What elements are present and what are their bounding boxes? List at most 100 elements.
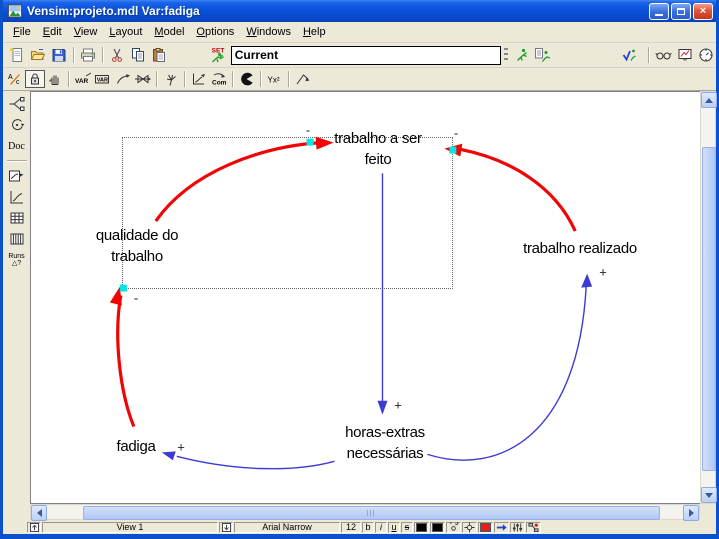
close-button[interactable]: × (693, 3, 713, 20)
vertical-scroll-thumb[interactable] (702, 147, 716, 471)
variable-trabalho-a-ser-feito[interactable]: trabalho a ser feito (334, 128, 422, 170)
menu-help[interactable]: Help (297, 24, 332, 40)
menu-model[interactable]: Model (148, 24, 190, 40)
control-panel-button[interactable] (695, 45, 716, 65)
network-icon (528, 522, 539, 533)
variable-horas-extras-necessarias[interactable]: horas-extras necessárias (345, 422, 425, 464)
menu-layout[interactable]: Layout (103, 24, 148, 40)
bold-button[interactable]: b (362, 522, 374, 533)
rotate-shape-icon (448, 522, 459, 533)
close-icon: × (700, 6, 706, 17)
equations-tool[interactable]: Yx² (265, 70, 285, 88)
cut-button[interactable] (107, 45, 128, 65)
arrow-color-button[interactable] (478, 522, 493, 533)
toolbar-separator (102, 47, 104, 63)
strike-button[interactable]: s (401, 522, 413, 533)
move-tool[interactable] (45, 70, 65, 88)
scroll-down-button[interactable] (701, 487, 717, 503)
menu-windows[interactable]: Windows (240, 24, 297, 40)
sketch-canvas[interactable]: trabalho a ser feito trabalho realizado … (30, 91, 700, 504)
causes-tree-button[interactable] (6, 95, 28, 113)
gauge-icon (698, 47, 714, 63)
position-button[interactable] (462, 522, 477, 533)
link-realizado-to-trabalho[interactable] (461, 150, 575, 231)
variable-fadiga[interactable]: fadiga (116, 436, 155, 457)
italic-button[interactable]: i (375, 522, 387, 533)
link-horas-to-realizado[interactable] (427, 287, 586, 461)
view-name-panel[interactable]: View 1 (42, 522, 218, 533)
rate-tool[interactable] (133, 70, 153, 88)
reference-mode-tool[interactable] (293, 70, 313, 88)
link-horas-to-fadiga[interactable] (177, 456, 335, 468)
restore-button[interactable] (671, 3, 691, 20)
arrow-tool[interactable] (113, 70, 133, 88)
hide-wires-button[interactable] (526, 522, 541, 533)
simulate-setup-button[interactable] (532, 45, 553, 65)
set-simulation-button[interactable]: SET (208, 45, 229, 65)
vertical-scrollbar[interactable] (700, 91, 716, 504)
toolbar-separator (260, 71, 262, 87)
paste-button[interactable] (149, 45, 170, 65)
menu-view[interactable]: View (68, 24, 104, 40)
selection-handle[interactable] (449, 147, 456, 154)
font-name-panel[interactable]: Arial Narrow (234, 522, 340, 533)
scroll-left-button[interactable] (31, 505, 47, 521)
loops-button[interactable] (6, 116, 28, 134)
variable-trabalho-realizado[interactable]: trabalho realizado (523, 238, 637, 259)
lock-tool[interactable] (25, 70, 45, 88)
open-button[interactable] (28, 45, 49, 65)
underline-button[interactable]: u (388, 522, 400, 533)
runname-input[interactable] (231, 46, 502, 65)
red-swatch-icon (480, 523, 491, 532)
selection-handle[interactable] (307, 139, 314, 146)
document-button[interactable]: Doc (6, 137, 28, 155)
causes-button[interactable] (653, 45, 674, 65)
scroll-up-button[interactable] (701, 92, 717, 108)
delete-tool[interactable] (237, 70, 257, 88)
menu-file[interactable]: File (7, 24, 37, 40)
causes-strip-button[interactable] (6, 167, 28, 185)
box-variable-tool[interactable]: VAR (93, 70, 113, 88)
new-button[interactable] (7, 45, 28, 65)
strip-graph-icon (8, 168, 25, 184)
copy-button[interactable] (128, 45, 149, 65)
view-down-button[interactable] (219, 522, 233, 533)
arrow-width-button[interactable] (494, 522, 509, 533)
drag-handle[interactable] (504, 48, 508, 62)
font-size-panel[interactable]: 12 (341, 522, 361, 533)
shadow-variable-tool[interactable] (161, 70, 181, 88)
view-up-button[interactable] (27, 522, 41, 533)
runs-label: Runs (8, 253, 24, 260)
horizontal-scroll-thumb[interactable] (83, 506, 660, 520)
io-object-tool[interactable] (189, 70, 209, 88)
simulate-button[interactable] (511, 45, 532, 65)
comment-tool[interactable]: Com (209, 70, 229, 88)
graph-button[interactable] (6, 188, 28, 206)
table-time-button[interactable] (6, 230, 28, 248)
app-icon (7, 4, 23, 19)
font-name: Arial Narrow (262, 522, 312, 532)
save-button[interactable] (49, 45, 70, 65)
menu-edit[interactable]: Edit (37, 24, 68, 40)
print-button[interactable] (78, 45, 99, 65)
pointer-tool[interactable]: A c (5, 70, 25, 88)
variable-var-icon: VAR (74, 71, 92, 87)
link-fadiga-to-qualidade[interactable] (118, 296, 134, 427)
minimize-button[interactable] (649, 3, 669, 20)
table-button[interactable] (6, 209, 28, 227)
variable-qualidade-do-trabalho[interactable]: qualidade do trabalho (96, 225, 178, 267)
runs-compare-button[interactable]: Runs △? (6, 251, 28, 269)
shape-color-button[interactable] (414, 522, 429, 533)
text-color-button[interactable] (430, 522, 445, 533)
menu-options[interactable]: Options (190, 24, 240, 40)
output-button[interactable] (674, 45, 695, 65)
horizontal-scrollbar[interactable] (30, 504, 700, 520)
title-bar: Vensim:projeto.mdl Var:fadiga × (3, 0, 716, 22)
check-model-button[interactable] (619, 45, 640, 65)
selection-handle[interactable] (120, 285, 127, 292)
scroll-right-button[interactable] (683, 505, 699, 521)
link-qualidade-to-trabalho[interactable] (156, 143, 321, 221)
variable-tool[interactable]: VAR (73, 70, 93, 88)
shape-style-button[interactable] (446, 522, 461, 533)
levels-button[interactable] (510, 522, 525, 533)
